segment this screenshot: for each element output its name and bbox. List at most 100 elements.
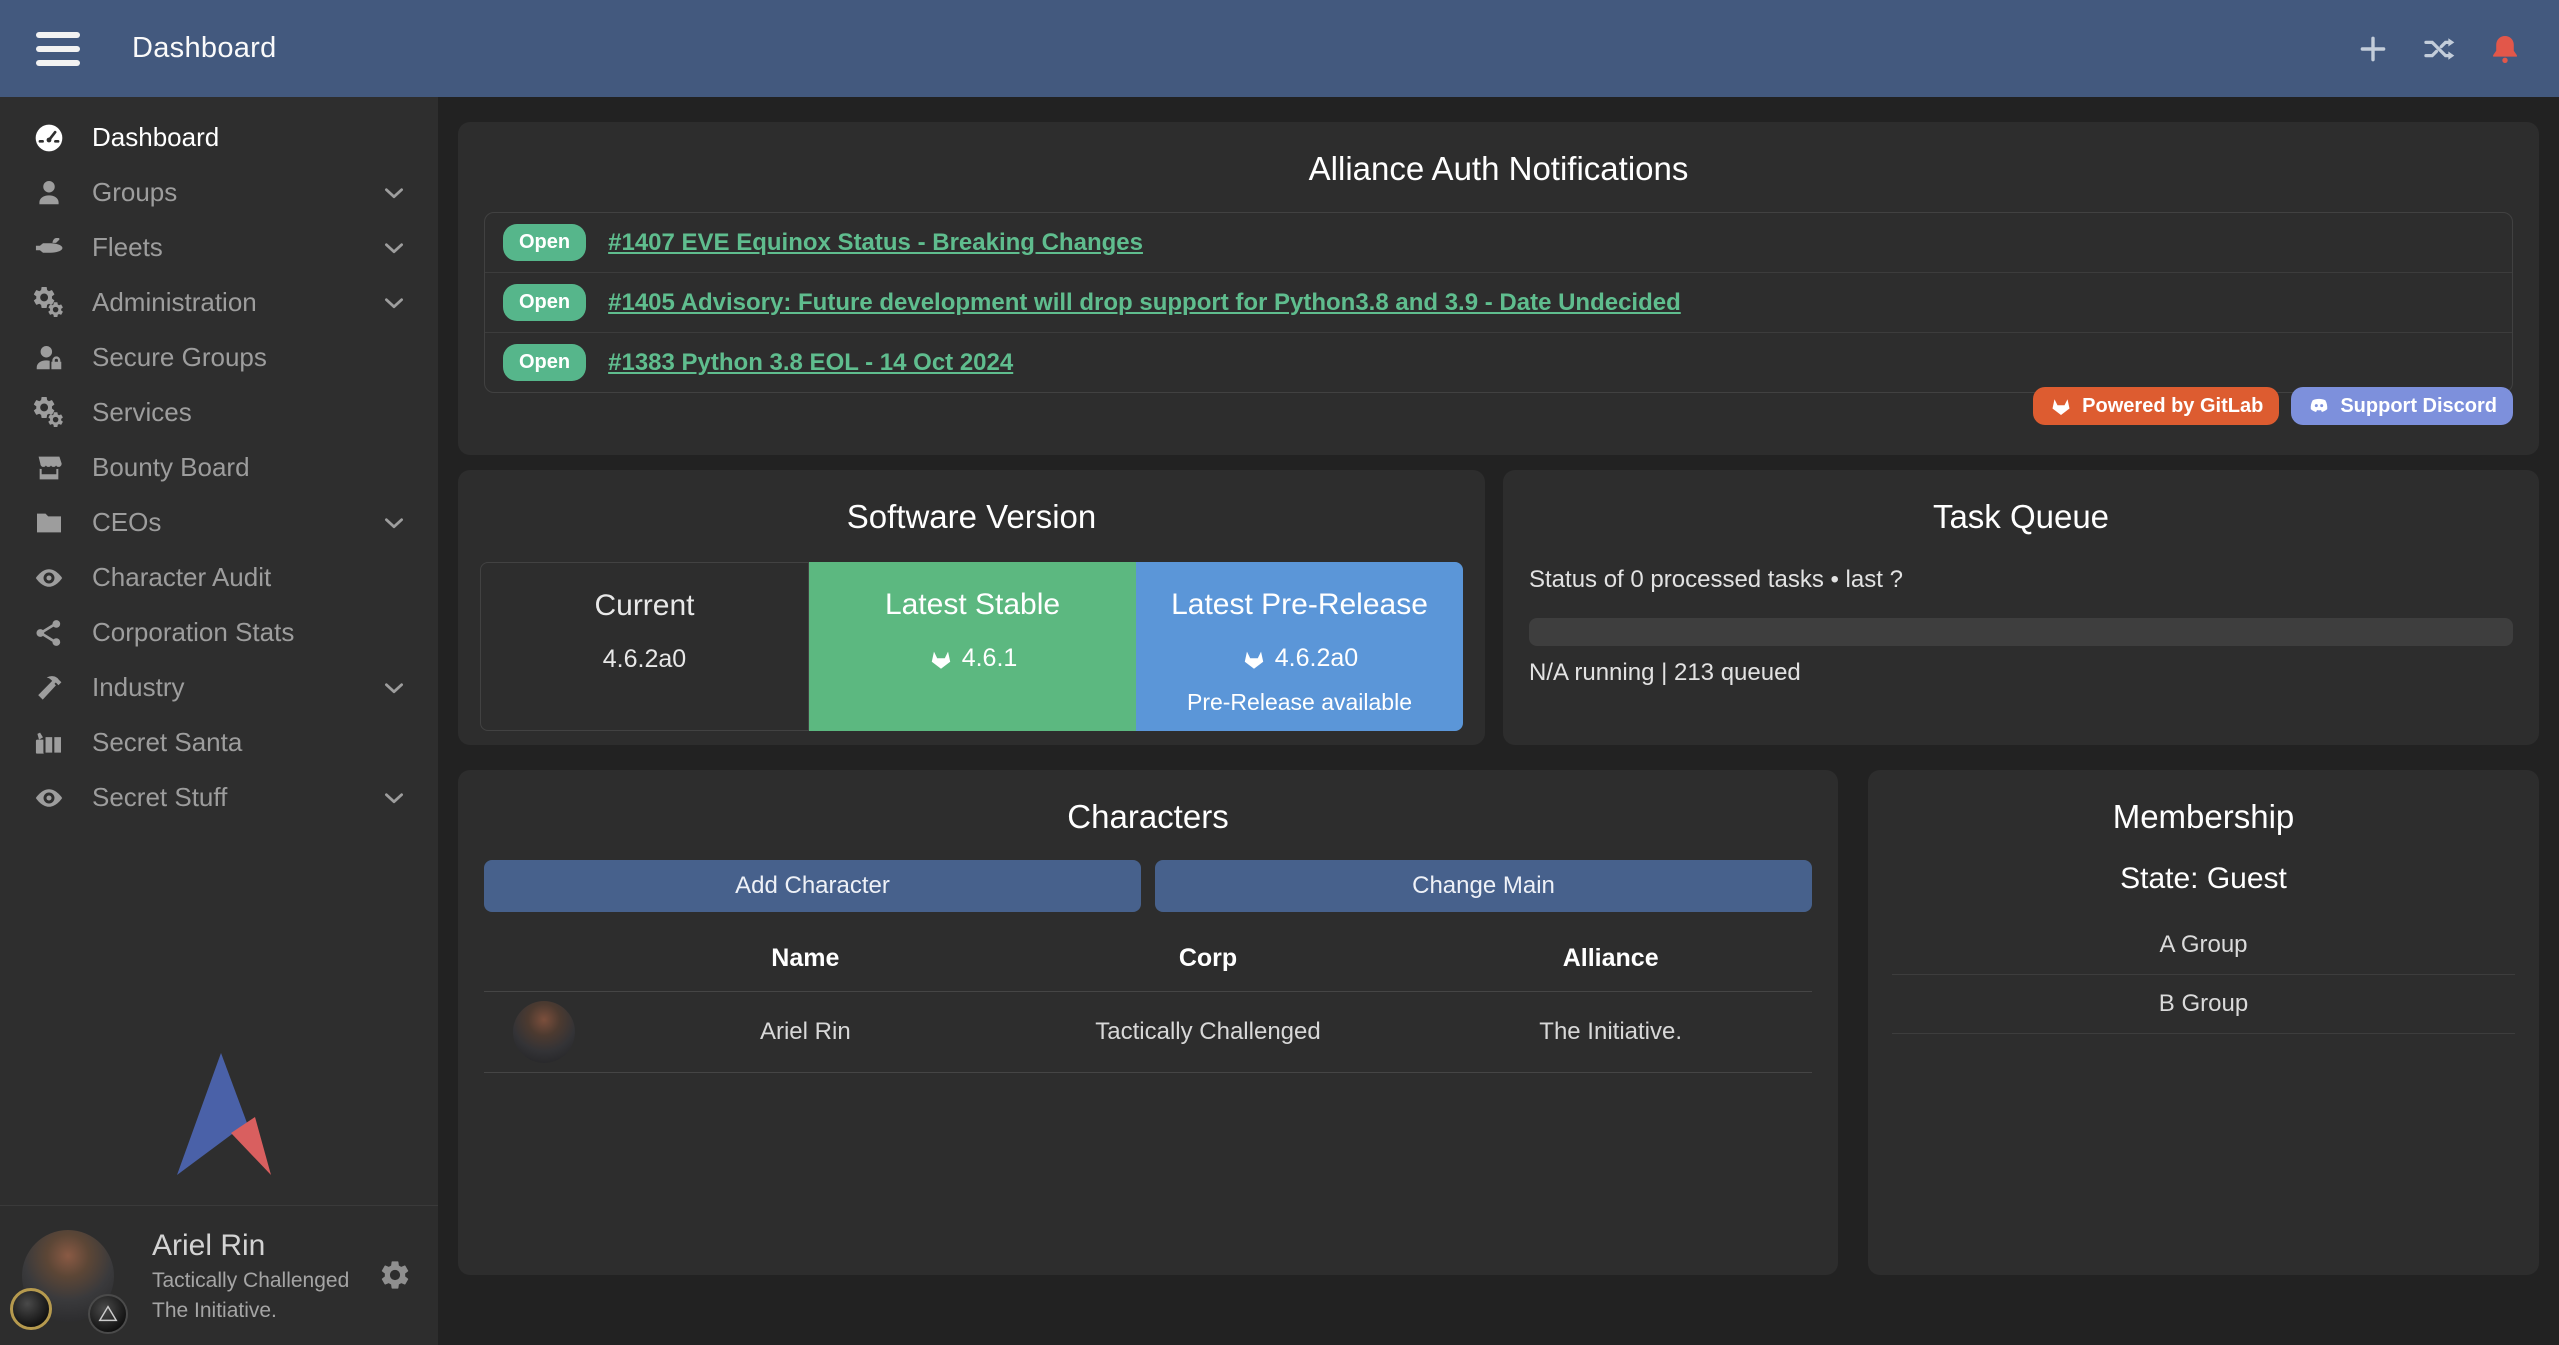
column-header-corp: Corp: [1007, 924, 1410, 991]
task-queue-title: Task Queue: [1529, 470, 2513, 536]
version-prerelease-number: 4.6.2a0: [1136, 644, 1463, 673]
notification-link[interactable]: #1383 Python 3.8 EOL - 14 Oct 2024: [608, 349, 1013, 377]
badge-label: Powered by GitLab: [2082, 395, 2263, 418]
sidebar-item-bounty-board[interactable]: Bounty Board: [0, 440, 438, 495]
chevron-down-icon: [380, 784, 408, 812]
notifications-panel: Alliance Auth Notifications Open #1407 E…: [458, 122, 2539, 455]
bell-icon[interactable]: [2487, 31, 2523, 67]
sidebar-item-ceos[interactable]: CEOs: [0, 495, 438, 550]
sidebar-item-services[interactable]: Services: [0, 385, 438, 440]
top-navbar: Dashboard: [0, 0, 2559, 97]
task-queue-info: N/A running | 213 queued: [1529, 659, 2513, 687]
notification-link[interactable]: #1407 EVE Equinox Status - Breaking Chan…: [608, 229, 1143, 257]
sidebar-item-administration[interactable]: Administration: [0, 275, 438, 330]
store-icon: [30, 451, 68, 485]
share-nodes-icon: [30, 616, 68, 650]
character-alliance: The Initiative.: [1409, 1009, 1812, 1055]
corp-logo-badge: [10, 1288, 52, 1330]
user-avatar: [22, 1230, 114, 1322]
alliance-auth-logo: [159, 1049, 279, 1177]
user-alliance: The Initiative.: [152, 1299, 349, 1323]
sidebar-item-groups[interactable]: Groups: [0, 165, 438, 220]
sidebar-item-label: Corporation Stats: [92, 617, 294, 648]
version-prerelease: Latest Pre-Release 4.6.2a0 Pre-Release a…: [1136, 562, 1463, 731]
user-lock-icon: [30, 341, 68, 375]
status-badge: Open: [503, 284, 586, 321]
user-info: Ariel Rin Tactically Challenged The Init…: [152, 1229, 349, 1323]
sidebar-item-label: Dashboard: [92, 122, 219, 153]
character-actions: Add Character Change Main: [484, 860, 1812, 912]
gears-icon: [30, 286, 68, 320]
sidebar-item-secret-santa[interactable]: Secret Santa: [0, 715, 438, 770]
character-corp: Tactically Challenged: [1007, 1009, 1410, 1055]
change-main-button[interactable]: Change Main: [1155, 860, 1812, 912]
character-avatar-cell: [484, 992, 604, 1072]
notification-item: Open #1407 EVE Equinox Status - Breaking…: [485, 213, 2512, 273]
notifications-title: Alliance Auth Notifications: [484, 122, 2513, 188]
membership-title: Membership: [1892, 770, 2515, 836]
eye-icon: [30, 561, 68, 595]
gitlab-icon: [2049, 394, 2073, 418]
page-title: Dashboard: [132, 32, 277, 65]
character-name: Ariel Rin: [604, 1009, 1007, 1055]
gear-icon[interactable]: [378, 1258, 414, 1294]
sidebar-item-secure-groups[interactable]: Secure Groups: [0, 330, 438, 385]
notification-item: Open #1383 Python 3.8 EOL - 14 Oct 2024: [485, 333, 2512, 392]
navbar-actions: [2355, 31, 2523, 67]
sidebar-item-label: Bounty Board: [92, 452, 250, 483]
main-content: Alliance Auth Notifications Open #1407 E…: [438, 97, 2559, 1345]
column-header-name: Name: [604, 924, 1007, 991]
list-item: A Group: [1892, 916, 2515, 975]
alliance-auth-app: Dashboard Dashboard: [0, 0, 2559, 1345]
chevron-down-icon: [380, 179, 408, 207]
table-row: Ariel Rin Tactically Challenged The Init…: [484, 992, 1812, 1072]
gitlab-icon: [1241, 646, 1267, 672]
version-current: Current 4.6.2a0: [480, 562, 809, 731]
version-current-label: Current: [481, 589, 808, 623]
gitlab-icon: [928, 646, 954, 672]
status-badge: Open: [503, 224, 586, 261]
gauge-icon: [30, 121, 68, 155]
chevron-down-icon: [380, 509, 408, 537]
sidebar-item-label: Groups: [92, 177, 177, 208]
gears-icon: [30, 396, 68, 430]
add-character-button[interactable]: Add Character: [484, 860, 1141, 912]
row-software-tasks: Software Version Current 4.6.2a0 Latest …: [458, 470, 2539, 745]
badge-label: Support Discord: [2340, 395, 2497, 418]
notification-link[interactable]: #1405 Advisory: Future development will …: [608, 289, 1681, 317]
version-current-number: 4.6.2a0: [481, 645, 808, 674]
sidebar-item-label: Administration: [92, 287, 257, 318]
sidebar-item-label: Fleets: [92, 232, 163, 263]
status-badge: Open: [503, 344, 586, 381]
sidebar-item-secret-stuff[interactable]: Secret Stuff: [0, 770, 438, 825]
sidebar: Dashboard Groups Fleets Ad: [0, 97, 438, 1345]
sidebar-item-industry[interactable]: Industry: [0, 660, 438, 715]
characters-title: Characters: [484, 770, 1812, 836]
sidebar-menu: Dashboard Groups Fleets Ad: [0, 97, 438, 825]
menu-icon[interactable]: [36, 32, 80, 66]
discord-icon: [2307, 394, 2331, 418]
sidebar-item-label: Secret Stuff: [92, 782, 227, 813]
user-corp: Tactically Challenged: [152, 1269, 349, 1293]
shuttle-icon: [30, 231, 68, 265]
sidebar-item-dashboard[interactable]: Dashboard: [0, 110, 438, 165]
sidebar-item-fleets[interactable]: Fleets: [0, 220, 438, 275]
membership-panel: Membership State: Guest A Group B Group: [1868, 770, 2539, 1275]
powered-by-gitlab-badge[interactable]: Powered by GitLab: [2033, 387, 2279, 425]
sidebar-item-character-audit[interactable]: Character Audit: [0, 550, 438, 605]
shuffle-icon[interactable]: [2421, 31, 2457, 67]
version-columns: Current 4.6.2a0 Latest Stable 4.6.1 Late…: [480, 562, 1463, 731]
sidebar-item-label: Secret Santa: [92, 727, 242, 758]
characters-panel: Characters Add Character Change Main Nam…: [458, 770, 1838, 1275]
plus-icon[interactable]: [2355, 31, 2391, 67]
sidebar-item-label: Services: [92, 397, 192, 428]
support-discord-badge[interactable]: Support Discord: [2291, 387, 2513, 425]
version-prerelease-value: 4.6.2a0: [1275, 644, 1358, 673]
notification-item: Open #1405 Advisory: Future development …: [485, 273, 2512, 333]
version-stable-label: Latest Stable: [809, 588, 1136, 622]
membership-state: State: Guest: [1892, 862, 2515, 896]
prerelease-note: Pre-Release available: [1136, 689, 1463, 716]
chevron-down-icon: [380, 674, 408, 702]
sidebar-item-corporation-stats[interactable]: Corporation Stats: [0, 605, 438, 660]
version-stable-number: 4.6.1: [809, 644, 1136, 673]
